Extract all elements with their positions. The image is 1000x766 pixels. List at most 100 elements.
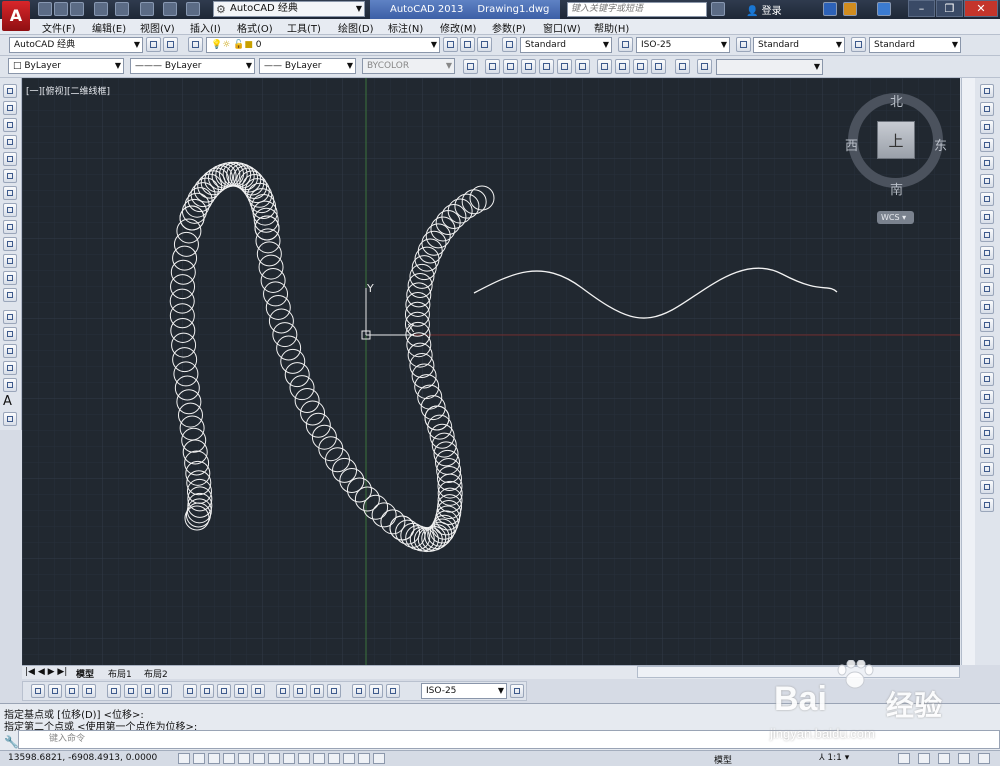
break-icon[interactable]	[980, 300, 994, 314]
draw-order-back-icon[interactable]	[980, 426, 994, 440]
explode-icon[interactable]	[980, 390, 994, 404]
menu-parametric[interactable]: 参数(P)	[492, 20, 526, 35]
dynamic-input-icon[interactable]	[313, 753, 325, 764]
construction-line-icon[interactable]	[3, 101, 17, 115]
dim-style-combo-2[interactable]: ISO-25 ▼	[421, 683, 507, 699]
menu-draw[interactable]: 绘图(D)	[338, 20, 374, 35]
tab-nav-arrows[interactable]: |◀ ◀ ▶ ▶|	[25, 667, 67, 677]
redo-icon[interactable]	[186, 2, 200, 16]
hatch-to-back-icon[interactable]	[980, 498, 994, 512]
add-selected-icon[interactable]	[3, 412, 17, 426]
region-icon[interactable]	[3, 361, 17, 375]
extend-icon[interactable]	[980, 264, 994, 278]
tab-layout1[interactable]: 布局1	[108, 667, 132, 680]
dim-angular-icon[interactable]	[158, 684, 172, 698]
restore-button[interactable]: ❐	[936, 0, 963, 17]
bring-above-icon[interactable]	[980, 444, 994, 458]
dim-space-icon[interactable]	[234, 684, 248, 698]
dim-update-icon[interactable]	[386, 684, 400, 698]
text-to-front-icon[interactable]	[980, 480, 994, 494]
erase-icon[interactable]	[980, 84, 994, 98]
view-combo[interactable]: ▼	[716, 59, 823, 75]
menu-file[interactable]: 文件(F)	[42, 20, 76, 35]
3d-osnap-icon[interactable]	[268, 753, 280, 764]
dim-jogged-icon[interactable]	[124, 684, 138, 698]
isolate-objects-icon[interactable]	[958, 753, 970, 764]
dim-arc-icon[interactable]	[65, 684, 79, 698]
hardware-acceleration-icon[interactable]	[938, 753, 950, 764]
dim-linear-icon[interactable]	[31, 684, 45, 698]
workspace-settings-icon[interactable]	[146, 37, 161, 52]
otrack-icon[interactable]	[283, 753, 295, 764]
workspace-combo[interactable]: AutoCAD 经典 ▼	[9, 37, 143, 53]
text-style-combo[interactable]: Standard ▼	[520, 37, 612, 53]
vertical-scrollbar[interactable]	[961, 78, 975, 665]
layer-combo[interactable]: 💡☼ 🔓■ 0 ▼	[206, 37, 440, 53]
dim-aligned-icon[interactable]	[48, 684, 62, 698]
publish-icon[interactable]	[115, 2, 129, 16]
view-sw-iso-icon[interactable]	[597, 59, 612, 74]
offset-icon[interactable]	[980, 138, 994, 152]
wrench-icon[interactable]: 🔧	[4, 735, 19, 749]
view-nw-iso-icon[interactable]	[651, 59, 666, 74]
undo-icon[interactable]	[163, 2, 177, 16]
new-icon[interactable]	[38, 2, 52, 16]
view-ne-iso-icon[interactable]	[633, 59, 648, 74]
lineweight-combo[interactable]: —— ByLayer ▼	[259, 58, 356, 74]
dim-ordinate-icon[interactable]	[82, 684, 96, 698]
menu-help[interactable]: 帮助(H)	[594, 20, 629, 35]
autocad-logo[interactable]: A	[2, 1, 30, 31]
menu-format[interactable]: 格式(O)	[237, 20, 273, 35]
tab-model[interactable]: 模型	[76, 667, 94, 680]
workspace-selector[interactable]: ⚙ AutoCAD 经典 ▼	[213, 1, 365, 17]
gradient-icon[interactable]	[3, 344, 17, 358]
line-icon[interactable]	[3, 84, 17, 98]
menu-insert[interactable]: 插入(I)	[190, 20, 221, 35]
compass-north[interactable]: 北	[890, 91, 903, 110]
layer-properties-icon[interactable]	[188, 37, 203, 52]
menu-view[interactable]: 视图(V)	[140, 20, 175, 35]
lineweight-icon[interactable]	[328, 753, 340, 764]
plot-icon[interactable]	[140, 2, 154, 16]
point-icon[interactable]	[3, 310, 17, 324]
join-icon[interactable]	[980, 318, 994, 332]
exchange-icon[interactable]	[823, 2, 837, 16]
draw-order-front-icon[interactable]	[980, 408, 994, 422]
dim-baseline-icon[interactable]	[200, 684, 214, 698]
center-mark-icon[interactable]	[293, 684, 307, 698]
linetype-combo[interactable]: ——— ByLayer ▼	[130, 58, 255, 74]
horizontal-scrollbar[interactable]	[637, 666, 960, 678]
table-style-combo[interactable]: Standard ▼	[753, 37, 845, 53]
rectangle-icon[interactable]	[3, 152, 17, 166]
view-se-iso-icon[interactable]	[615, 59, 630, 74]
ellipse-arc-icon[interactable]	[3, 254, 17, 268]
trim-icon[interactable]	[980, 246, 994, 260]
spline-icon[interactable]	[3, 220, 17, 234]
menu-edit[interactable]: 编辑(E)	[92, 20, 126, 35]
workspace-switch-icon[interactable]	[898, 753, 910, 764]
multiline-text-icon[interactable]: A	[3, 395, 17, 409]
save-icon[interactable]	[70, 2, 84, 16]
infer-constraints-icon[interactable]	[178, 753, 190, 764]
mleader-style-combo[interactable]: Standard ▼	[869, 37, 961, 53]
dim-style-combo[interactable]: ISO-25 ▼	[636, 37, 730, 53]
model-space[interactable]: Y X	[22, 78, 960, 665]
array-icon[interactable]	[980, 156, 994, 170]
table-icon[interactable]	[3, 378, 17, 392]
circle-icon[interactable]	[3, 186, 17, 200]
named-views-icon[interactable]	[463, 59, 478, 74]
transparency-icon[interactable]	[343, 753, 355, 764]
insert-block-icon[interactable]	[3, 271, 17, 285]
clean-screen-icon[interactable]	[978, 753, 990, 764]
view-top-icon[interactable]	[485, 59, 500, 74]
dim-style-manager-icon[interactable]	[510, 684, 524, 698]
move-icon[interactable]	[980, 174, 994, 188]
dim-text-edit-icon[interactable]	[369, 684, 383, 698]
dim-style-icon[interactable]	[618, 37, 633, 52]
fillet-icon[interactable]	[980, 354, 994, 368]
make-current-layer-icon[interactable]	[443, 37, 458, 52]
view-bottom-icon[interactable]	[503, 59, 518, 74]
table-style-icon[interactable]	[736, 37, 751, 52]
command-input[interactable]: 键入命令	[18, 730, 1000, 749]
compass-south[interactable]: 南	[890, 179, 903, 198]
